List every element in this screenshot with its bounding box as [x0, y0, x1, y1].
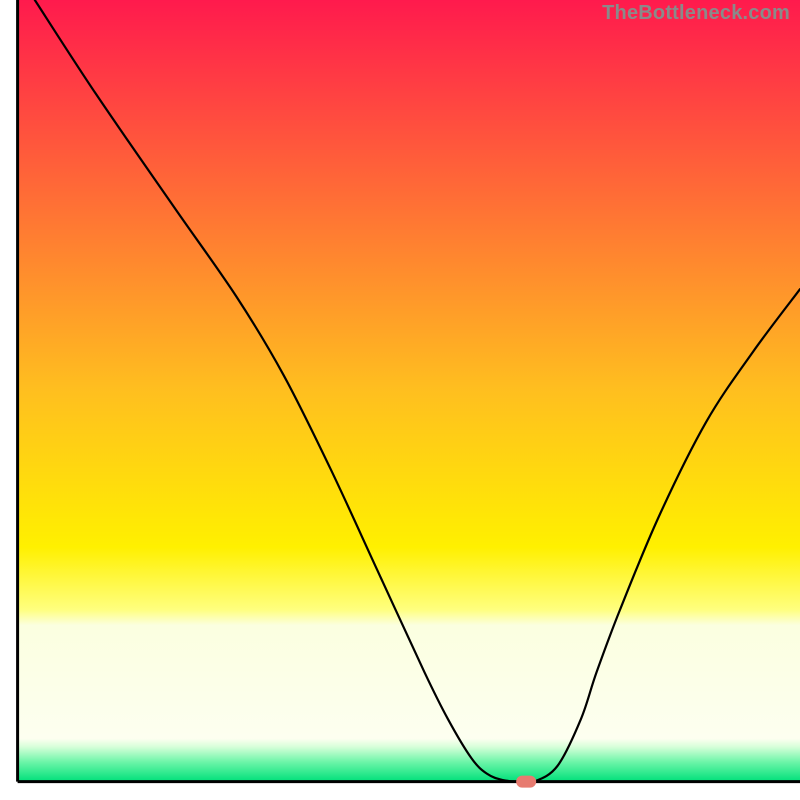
chart-container: { "attribution": "TheBottleneck.com", "c… [0, 0, 800, 800]
optimum-marker [516, 776, 536, 788]
plot-background [18, 0, 800, 782]
attribution-text: TheBottleneck.com [602, 2, 790, 25]
chart-svg [0, 0, 800, 800]
